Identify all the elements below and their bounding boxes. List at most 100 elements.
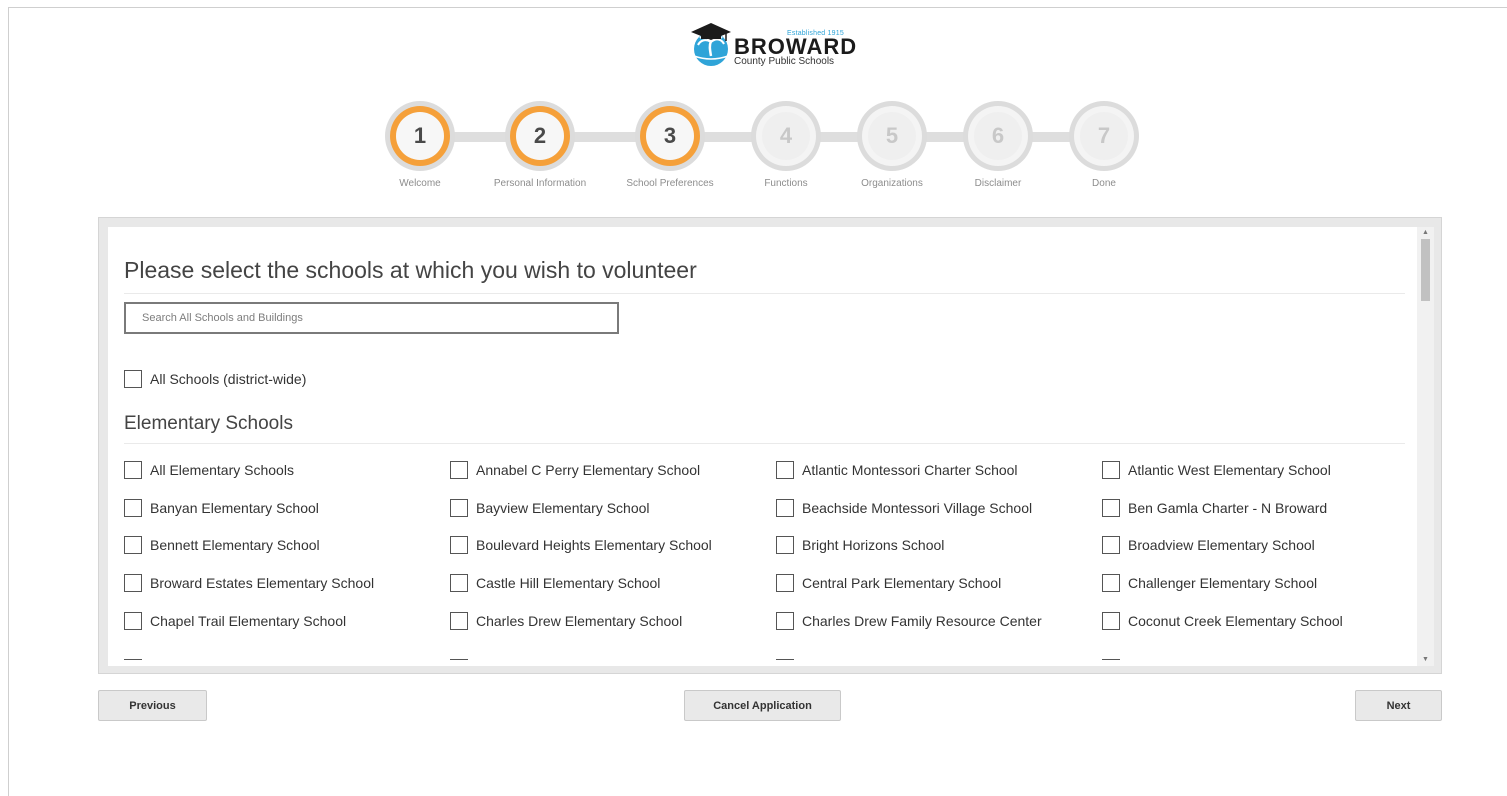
divider <box>124 443 1405 444</box>
school-checkbox-row[interactable]: Central Park Elementary School <box>776 574 1001 592</box>
school-checkbox[interactable] <box>450 574 468 592</box>
school-checkbox-row[interactable]: Annabel C Perry Elementary School <box>450 461 700 479</box>
school-checkbox[interactable] <box>776 499 794 517</box>
school-label: Annabel C Perry Elementary School <box>476 462 701 478</box>
school-checkbox[interactable] <box>124 536 142 554</box>
step-circle: 1 <box>385 101 455 171</box>
step-1: 1 Welcome <box>385 101 455 191</box>
school-label: Coconut Creek Elementary School <box>1128 613 1343 629</box>
school-checkbox[interactable] <box>124 461 142 479</box>
school-label: Bright Horizons School <box>802 537 945 553</box>
step-number: 2 <box>516 112 564 160</box>
school-checkbox[interactable] <box>450 461 468 479</box>
school-checkbox[interactable] <box>124 574 142 592</box>
school-checkbox[interactable] <box>1102 574 1120 592</box>
cancel-application-button[interactable]: Cancel Application <box>684 690 841 721</box>
school-label: Boulevard Heights Elementary School <box>476 537 712 553</box>
school-checkbox-row[interactable]: Atlantic Montessori Charter School <box>776 461 1018 479</box>
step-circle: 6 <box>963 101 1033 171</box>
step-7: 7 Done <box>1069 101 1139 191</box>
school-checkbox-row[interactable]: Beachside Montessori Village School <box>776 499 1032 517</box>
checkbox-partial <box>1102 659 1120 664</box>
school-checkbox[interactable] <box>450 499 468 517</box>
scroll-up-arrow-icon[interactable]: ▲ <box>1421 229 1430 237</box>
school-label: Charles Drew Family Resource Center <box>802 613 1042 629</box>
scroll-thumb[interactable] <box>1421 239 1430 301</box>
school-checkbox[interactable] <box>450 536 468 554</box>
school-checkbox-row[interactable]: Charles Drew Family Resource Center <box>776 612 1042 630</box>
panel-content: Please select the schools at which you w… <box>108 227 1434 666</box>
school-label: Atlantic West Elementary School <box>1128 462 1331 478</box>
step-circle: 4 <box>751 101 821 171</box>
school-checkbox-row[interactable]: Bayview Elementary School <box>450 499 650 517</box>
step-number: 6 <box>974 112 1022 160</box>
step-5: 5 Organizations <box>857 101 927 191</box>
school-label: Bennett Elementary School <box>150 537 320 553</box>
school-checkbox-row[interactable]: Chapel Trail Elementary School <box>124 612 346 630</box>
section-title-elementary: Elementary Schools <box>124 413 293 434</box>
step-number: 5 <box>868 112 916 160</box>
school-checkbox[interactable] <box>776 574 794 592</box>
school-checkbox-row[interactable]: Ben Gamla Charter - N Broward <box>1102 499 1327 517</box>
school-label: Challenger Elementary School <box>1128 575 1318 591</box>
school-checkbox-row[interactable]: Banyan Elementary School <box>124 499 319 517</box>
step-number: 3 <box>646 112 694 160</box>
logo-subtitle: County Public Schools <box>734 56 835 67</box>
scroll-down-arrow-icon[interactable]: ▼ <box>1421 656 1430 664</box>
step-number: 1 <box>396 112 444 160</box>
step-label: Personal Information <box>493 178 587 189</box>
school-checkbox-row[interactable]: Challenger Elementary School <box>1102 574 1317 592</box>
school-label: Broadview Elementary School <box>1128 537 1315 553</box>
school-checkbox-row[interactable]: Charles Drew Elementary School <box>450 612 682 630</box>
school-checkbox[interactable] <box>1102 499 1120 517</box>
school-label: Charles Drew Elementary School <box>476 613 683 629</box>
school-checkbox-row[interactable]: Coconut Creek Elementary School <box>1102 612 1343 630</box>
school-checkbox[interactable] <box>776 461 794 479</box>
search-input[interactable] <box>124 302 619 334</box>
step-4: 4 Functions <box>751 101 821 191</box>
step-circle: 2 <box>505 101 575 171</box>
school-checkbox-row[interactable]: All Elementary Schools <box>124 461 294 479</box>
school-label: All Elementary Schools <box>150 462 294 478</box>
next-button[interactable]: Next <box>1355 690 1442 721</box>
school-checkbox[interactable] <box>1102 461 1120 479</box>
school-label: Atlantic Montessori Charter School <box>802 462 1018 478</box>
school-label: Beachside Montessori Village School <box>802 500 1033 516</box>
school-checkbox-row[interactable]: Boulevard Heights Elementary School <box>450 536 712 554</box>
step-circle: 3 <box>635 101 705 171</box>
school-label: Central Park Elementary School <box>802 575 1002 591</box>
school-label: Broward Estates Elementary School <box>150 575 375 591</box>
school-label: Castle Hill Elementary School <box>476 575 661 591</box>
school-checkbox[interactable] <box>1102 612 1120 630</box>
page-title: Please select the schools at which you w… <box>124 257 697 283</box>
step-2: 2 Personal Information <box>494 101 586 191</box>
step-3: 3 School Preferences <box>626 101 714 191</box>
school-checkbox-row[interactable]: Broward Estates Elementary School <box>124 574 374 592</box>
graduation-cap-palm-icon <box>691 23 731 66</box>
step-circle: 7 <box>1069 101 1139 171</box>
step-label: Done <box>1092 178 1116 189</box>
previous-button[interactable]: Previous <box>98 690 207 721</box>
divider <box>124 293 1405 294</box>
step-6: 6 Disclaimer <box>963 101 1033 191</box>
all-schools-checkbox-row[interactable]: All Schools (district-wide) <box>124 370 306 388</box>
school-checkbox-row[interactable]: Atlantic West Elementary School <box>1102 461 1331 479</box>
step-number: 4 <box>762 112 810 160</box>
school-checkbox-row[interactable]: Bennett Elementary School <box>124 536 320 554</box>
school-selection-panel: Please select the schools at which you w… <box>98 217 1442 674</box>
broward-logo: Established 1915 BROWARD County Public S… <box>690 22 860 72</box>
checkbox-partial <box>776 659 794 664</box>
checkbox-partial <box>450 659 468 664</box>
school-checkbox[interactable] <box>124 499 142 517</box>
vertical-scrollbar[interactable]: ▲ ▼ <box>1417 227 1434 666</box>
school-checkbox[interactable] <box>1102 536 1120 554</box>
school-checkbox[interactable] <box>124 612 142 630</box>
all-schools-checkbox[interactable] <box>124 370 142 388</box>
school-checkbox-row[interactable]: Bright Horizons School <box>776 536 944 554</box>
school-checkbox[interactable] <box>450 612 468 630</box>
checkbox-partial <box>124 659 142 664</box>
school-checkbox[interactable] <box>776 612 794 630</box>
school-checkbox[interactable] <box>776 536 794 554</box>
school-checkbox-row[interactable]: Broadview Elementary School <box>1102 536 1315 554</box>
school-checkbox-row[interactable]: Castle Hill Elementary School <box>450 574 660 592</box>
